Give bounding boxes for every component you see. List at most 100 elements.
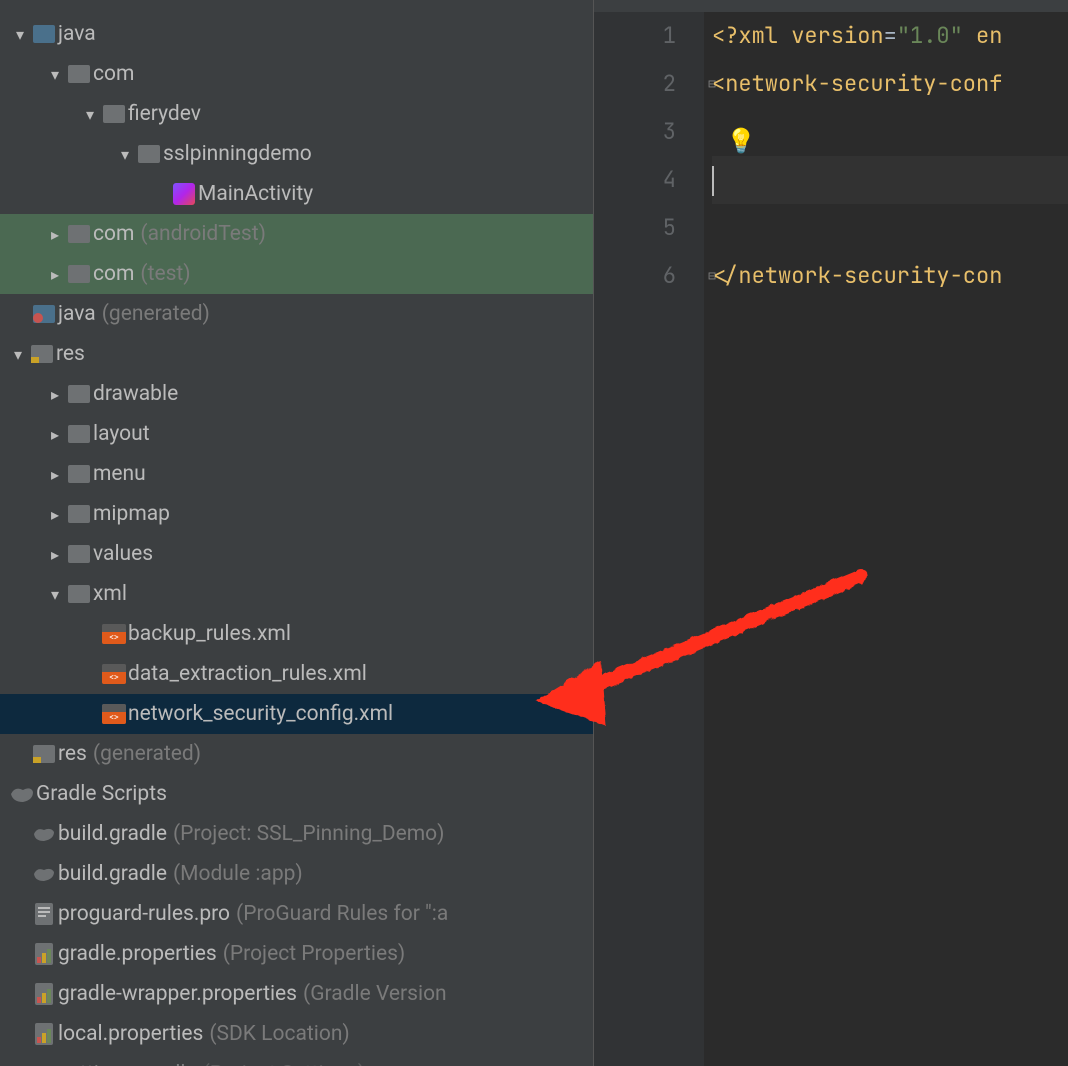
tree-label: proguard-rules.pro — [58, 902, 230, 926]
res-folder-icon — [28, 345, 56, 363]
tree-suffix: (generated) — [102, 302, 210, 326]
file-network-security-config[interactable]: <> network_security_config.xml — [0, 694, 593, 734]
tree-label: com — [93, 262, 134, 286]
folder-res-generated[interactable]: res (generated) — [0, 734, 593, 774]
text-caret — [712, 166, 714, 196]
line-number: 2⊟ — [594, 60, 676, 108]
folder-com-test[interactable]: ▸ com (test) — [0, 254, 593, 294]
gradle-file-icon — [30, 865, 58, 883]
tree-suffix: (Gradle Version — [303, 982, 447, 1006]
tree-label: MainActivity — [198, 182, 313, 206]
code-line: <network-security-conf — [712, 60, 1068, 108]
folder-com-androidtest[interactable]: ▸ com (androidTest) — [0, 214, 593, 254]
chevron-down-icon[interactable]: ▾ — [45, 65, 65, 84]
properties-file-icon — [30, 983, 58, 1005]
folder-res[interactable]: ▾ res — [0, 334, 593, 374]
chevron-down-icon[interactable]: ▾ — [10, 25, 30, 44]
chevron-down-icon[interactable]: ▾ — [80, 105, 100, 124]
file-gradle-wrapper-properties[interactable]: gradle-wrapper.properties (Gradle Versio… — [0, 974, 593, 1014]
chevron-right-icon[interactable]: ▸ — [45, 545, 65, 564]
tree-label: res — [56, 342, 85, 366]
tree-label: gradle.properties — [58, 942, 217, 966]
code-editor: 1 2⊟ 3 4 5 6⊟ 💡 <?xml version="1.0" en <… — [594, 0, 1068, 1066]
tree-label: menu — [93, 462, 146, 486]
properties-file-icon — [30, 1023, 58, 1045]
file-backup-rules[interactable]: <> backup_rules.xml — [0, 614, 593, 654]
gradle-icon — [8, 784, 36, 804]
line-number: 5 — [594, 204, 676, 252]
chevron-right-icon[interactable]: ▸ — [45, 505, 65, 524]
chevron-down-icon[interactable]: ▾ — [45, 585, 65, 604]
tree-label: settings.gradle — [58, 1062, 197, 1066]
gradle-file-icon — [30, 825, 58, 843]
folder-layout[interactable]: ▸ layout — [0, 414, 593, 454]
folder-fierydev[interactable]: ▾ fierydev — [0, 94, 593, 134]
line-number: 6⊟ — [594, 252, 676, 300]
chevron-right-icon[interactable]: ▸ — [45, 425, 65, 444]
chevron-right-icon[interactable]: ▸ — [45, 465, 65, 484]
editor-body[interactable]: 1 2⊟ 3 4 5 6⊟ 💡 <?xml version="1.0" en <… — [594, 12, 1068, 1066]
chevron-right-icon[interactable]: ▸ — [45, 265, 65, 284]
generated-folder-icon — [30, 305, 58, 323]
folder-menu[interactable]: ▸ menu — [0, 454, 593, 494]
folder-icon — [65, 505, 93, 523]
xml-file-icon: <> — [100, 704, 128, 724]
tree-suffix: (test) — [140, 262, 190, 286]
gutter: 1 2⊟ 3 4 5 6⊟ — [594, 12, 704, 1066]
code-area[interactable]: 💡 <?xml version="1.0" en <network-securi… — [704, 12, 1068, 1066]
xml-file-icon: <> — [100, 624, 128, 644]
tree-label: mipmap — [93, 502, 170, 526]
project-toolbar — [0, 0, 593, 12]
code-line-current — [712, 156, 1068, 204]
file-data-extraction-rules[interactable]: <> data_extraction_rules.xml — [0, 654, 593, 694]
chevron-down-icon[interactable]: ▾ — [8, 345, 28, 364]
file-build-gradle-project[interactable]: build.gradle (Project: SSL_Pinning_Demo) — [0, 814, 593, 854]
line-number: 1 — [594, 12, 676, 60]
intention-bulb-icon[interactable]: 💡 — [726, 118, 756, 166]
editor-tab-bar — [594, 0, 1068, 12]
tree-suffix: (androidTest) — [140, 222, 266, 246]
tree-label: com — [93, 62, 134, 86]
folder-mipmap[interactable]: ▸ mipmap — [0, 494, 593, 534]
tree-label: network_security_config.xml — [128, 702, 393, 726]
folder-java-generated[interactable]: java (generated) — [0, 294, 593, 334]
folder-sslpinningdemo[interactable]: ▾ sslpinningdemo — [0, 134, 593, 174]
file-build-gradle-module[interactable]: build.gradle (Module :app) — [0, 854, 593, 894]
chevron-right-icon[interactable]: ▸ — [45, 225, 65, 244]
file-local-properties[interactable]: local.properties (SDK Location) — [0, 1014, 593, 1054]
folder-icon — [65, 545, 93, 563]
kotlin-icon — [170, 183, 198, 205]
tree-label: build.gradle — [58, 862, 167, 886]
file-gradle-properties[interactable]: gradle.properties (Project Properties) — [0, 934, 593, 974]
file-mainactivity[interactable]: MainActivity — [0, 174, 593, 214]
code-line: </network-security-con — [712, 252, 1068, 300]
tree-label: gradle-wrapper.properties — [58, 982, 297, 1006]
line-number: 3 — [594, 108, 676, 156]
folder-com[interactable]: ▾ com — [0, 54, 593, 94]
tree-label: com — [93, 222, 134, 246]
tree-label: values — [93, 542, 153, 566]
folder-icon — [65, 585, 93, 603]
file-settings-gradle[interactable]: settings.gradle (Project Settings) — [0, 1054, 593, 1066]
folder-xml[interactable]: ▾ xml — [0, 574, 593, 614]
folder-java[interactable]: ▾ java — [0, 14, 593, 54]
folder-drawable[interactable]: ▸ drawable — [0, 374, 593, 414]
tree-label: layout — [93, 422, 150, 446]
chevron-down-icon[interactable]: ▾ — [115, 145, 135, 164]
project-tree[interactable]: ▾ java ▾ com ▾ fierydev ▾ sslpinningdemo… — [0, 12, 593, 1066]
folder-values[interactable]: ▸ values — [0, 534, 593, 574]
code-line: <?xml version="1.0" en — [712, 12, 1068, 60]
gradle-scripts[interactable]: Gradle Scripts — [0, 774, 593, 814]
chevron-right-icon[interactable]: ▸ — [45, 385, 65, 404]
tree-suffix: (Project: SSL_Pinning_Demo) — [173, 822, 445, 846]
tree-suffix: (Project Properties) — [223, 942, 406, 966]
tree-label: build.gradle — [58, 822, 167, 846]
folder-icon — [30, 25, 58, 43]
tree-label: drawable — [93, 382, 178, 406]
properties-file-icon — [30, 943, 58, 965]
file-proguard-rules[interactable]: proguard-rules.pro (ProGuard Rules for "… — [0, 894, 593, 934]
folder-icon — [65, 465, 93, 483]
tree-label: Gradle Scripts — [36, 782, 167, 806]
folder-icon — [65, 225, 93, 243]
tree-label: res — [58, 742, 87, 766]
